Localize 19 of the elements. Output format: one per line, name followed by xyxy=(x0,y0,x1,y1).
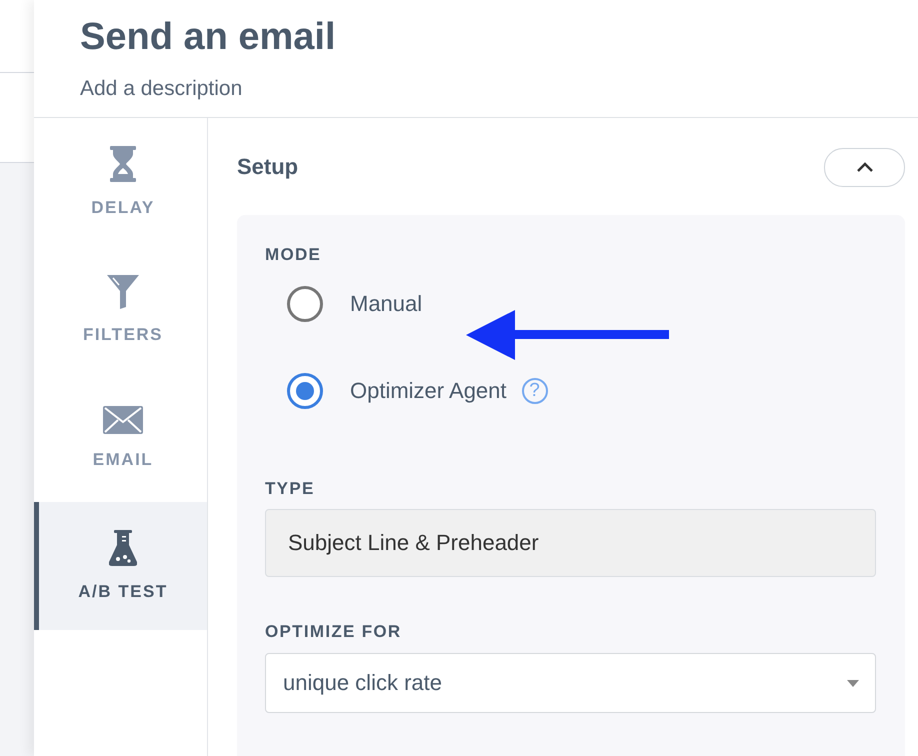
field-label: OPTIMIZE FOR xyxy=(265,622,402,642)
field-label: TYPE xyxy=(265,479,316,499)
optimize-dropdown[interactable]: unique click rate xyxy=(265,653,876,713)
sidebar-item[interactable]: A/B TEST xyxy=(34,502,207,630)
funnel-icon xyxy=(107,275,139,309)
hourglass-icon xyxy=(108,146,138,182)
type-field[interactable]: Subject Line & Preheader xyxy=(265,509,876,577)
radio-button[interactable] xyxy=(287,373,323,409)
radio-label[interactable]: Manual xyxy=(350,291,422,317)
flask-icon xyxy=(109,530,137,566)
chevron-icon xyxy=(856,162,874,172)
field-label: MODE xyxy=(265,245,322,265)
envelope-icon xyxy=(103,406,143,434)
caret-icon xyxy=(847,680,859,686)
radio-button[interactable] xyxy=(287,286,323,322)
description-text[interactable]: Add a description xyxy=(80,77,872,101)
section-title: Setup xyxy=(237,154,298,180)
radio-label[interactable]: Optimizer Agent xyxy=(350,378,507,404)
page-title: Send an email xyxy=(80,16,337,59)
